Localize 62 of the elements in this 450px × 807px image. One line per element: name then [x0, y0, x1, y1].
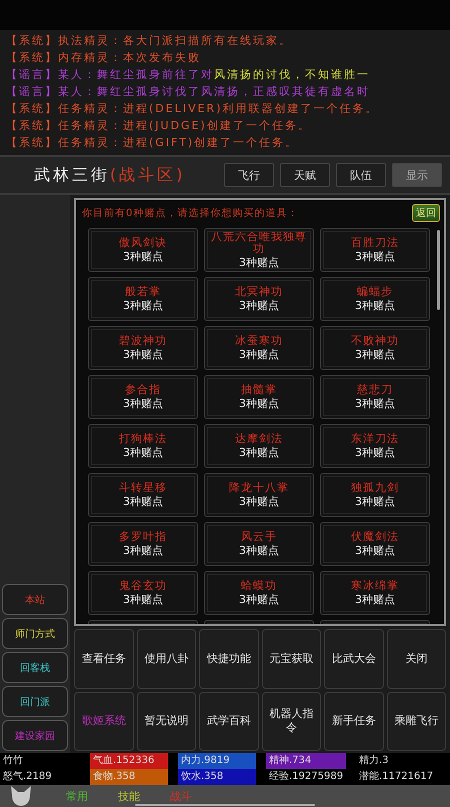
- item-card[interactable]: 冰蚕寒功 3种赌点: [204, 326, 314, 370]
- chat-message: 【谣言】某人：舞红尘孤身讨伐了风清扬，正感叹其徒有虚名时: [6, 84, 371, 100]
- sidebar-button[interactable]: 本站: [2, 584, 68, 615]
- item-card[interactable]: 百胜刀法 3种赌点: [320, 228, 430, 272]
- action-button[interactable]: 武学百科: [199, 692, 258, 751]
- stat-label: 食物.358: [90, 769, 168, 785]
- scrollbar[interactable]: [437, 230, 440, 310]
- stat-label: 精神.734: [266, 753, 346, 769]
- action-button[interactable]: 机器人指令: [262, 692, 321, 751]
- item-card[interactable]: 碧波神功 3种赌点: [88, 326, 198, 370]
- action-button[interactable]: 歌姬系统: [74, 692, 134, 751]
- header-button[interactable]: 飞行: [224, 163, 274, 187]
- action-button[interactable]: 快捷功能: [199, 629, 258, 688]
- stat-label: 气血.152336: [90, 753, 168, 769]
- item-card[interactable]: 抽髓掌 3种赌点: [204, 375, 314, 419]
- stat-label: 饮水.358: [178, 769, 256, 785]
- item-card[interactable]: 慈悲刀 3种赌点: [320, 375, 430, 419]
- sidebar-button[interactable]: 建设家园: [2, 720, 68, 751]
- chat-message: 【系统】内存精灵：本次发布失败: [6, 50, 202, 66]
- item-card[interactable]: 达摩剑法 3种赌点: [204, 424, 314, 468]
- bottom-tab[interactable]: 常用: [66, 788, 88, 804]
- item-card[interactable]: 傲风剑诀 3种赌点: [88, 228, 198, 272]
- action-button[interactable]: 查看任务: [74, 629, 134, 688]
- location-title: 武林三街(战斗区): [34, 164, 186, 186]
- header-button[interactable]: 显示: [392, 163, 442, 187]
- item-card[interactable]: 斗转星移 3种赌点: [88, 473, 198, 517]
- sidebar-button[interactable]: 师门方式: [2, 618, 68, 649]
- item-card[interactable]: 多罗叶指 3种赌点: [88, 522, 198, 566]
- action-button[interactable]: 乘雕飞行: [386, 692, 446, 751]
- item-card[interactable]: 鬼谷玄功 3种赌点: [88, 571, 198, 615]
- item-card[interactable]: 不败神功 3种赌点: [320, 326, 430, 370]
- item-card[interactable]: 东洋刀法 3种赌点: [320, 424, 430, 468]
- item-card[interactable]: 寒冰绵掌 3种赌点: [320, 571, 430, 615]
- item-card[interactable]: 般若掌 3种赌点: [88, 277, 198, 321]
- back-button[interactable]: 返回: [412, 204, 440, 222]
- action-button[interactable]: 关闭: [386, 629, 446, 688]
- bottom-tab[interactable]: 技能: [118, 788, 140, 804]
- header-button[interactable]: 队伍: [336, 163, 386, 187]
- action-button[interactable]: 使用八卦: [136, 629, 196, 688]
- header-button[interactable]: 天赋: [280, 163, 330, 187]
- shop-prompt: 你目前有0种赌点，请选择你想购买的道具：: [82, 206, 298, 220]
- chat-message: 【系统】执法精灵：各大门派扫描所有在线玩家。: [6, 33, 293, 49]
- sidebar-button[interactable]: 回门派: [2, 686, 68, 717]
- item-card[interactable]: 独孤九剑 3种赌点: [320, 473, 430, 517]
- item-card[interactable]: 风云手 3种赌点: [204, 522, 314, 566]
- chat-message: 【系统】任务精灵：进程(JUDGE)创建了一个任务。: [6, 118, 312, 134]
- chat-message: 【谣言】某人：舞红尘孤身前往了对 风清扬的讨伐，不知谁胜一: [6, 67, 371, 83]
- item-card[interactable]: 降龙十八掌 3种赌点: [204, 473, 314, 517]
- action-button[interactable]: 暂无说明: [136, 692, 196, 751]
- item-card[interactable]: 伏魔剑法 3种赌点: [320, 522, 430, 566]
- stat-label: 内力.9819: [178, 753, 256, 769]
- item-card[interactable]: 参合指 3种赌点: [88, 375, 198, 419]
- chat-message: 【系统】任务精灵：进程(GIFT)创建了一个任务。: [6, 135, 300, 151]
- sidebar-button[interactable]: 回客栈: [2, 652, 68, 683]
- item-card[interactable]: 蛤蟆功 3种赌点: [204, 571, 314, 615]
- action-button[interactable]: 比武大会: [324, 629, 384, 688]
- item-card[interactable]: 打狗棒法 3种赌点: [88, 424, 198, 468]
- item-card[interactable]: 蝙蝠步 3种赌点: [320, 277, 430, 321]
- item-card[interactable]: 北冥神功 3种赌点: [204, 277, 314, 321]
- action-button[interactable]: 元宝获取: [262, 629, 321, 688]
- action-button[interactable]: 新手任务: [324, 692, 384, 751]
- chat-message: 【系统】任务精灵：进程(DELIVER)利用联器创建了一个任务。: [6, 101, 380, 117]
